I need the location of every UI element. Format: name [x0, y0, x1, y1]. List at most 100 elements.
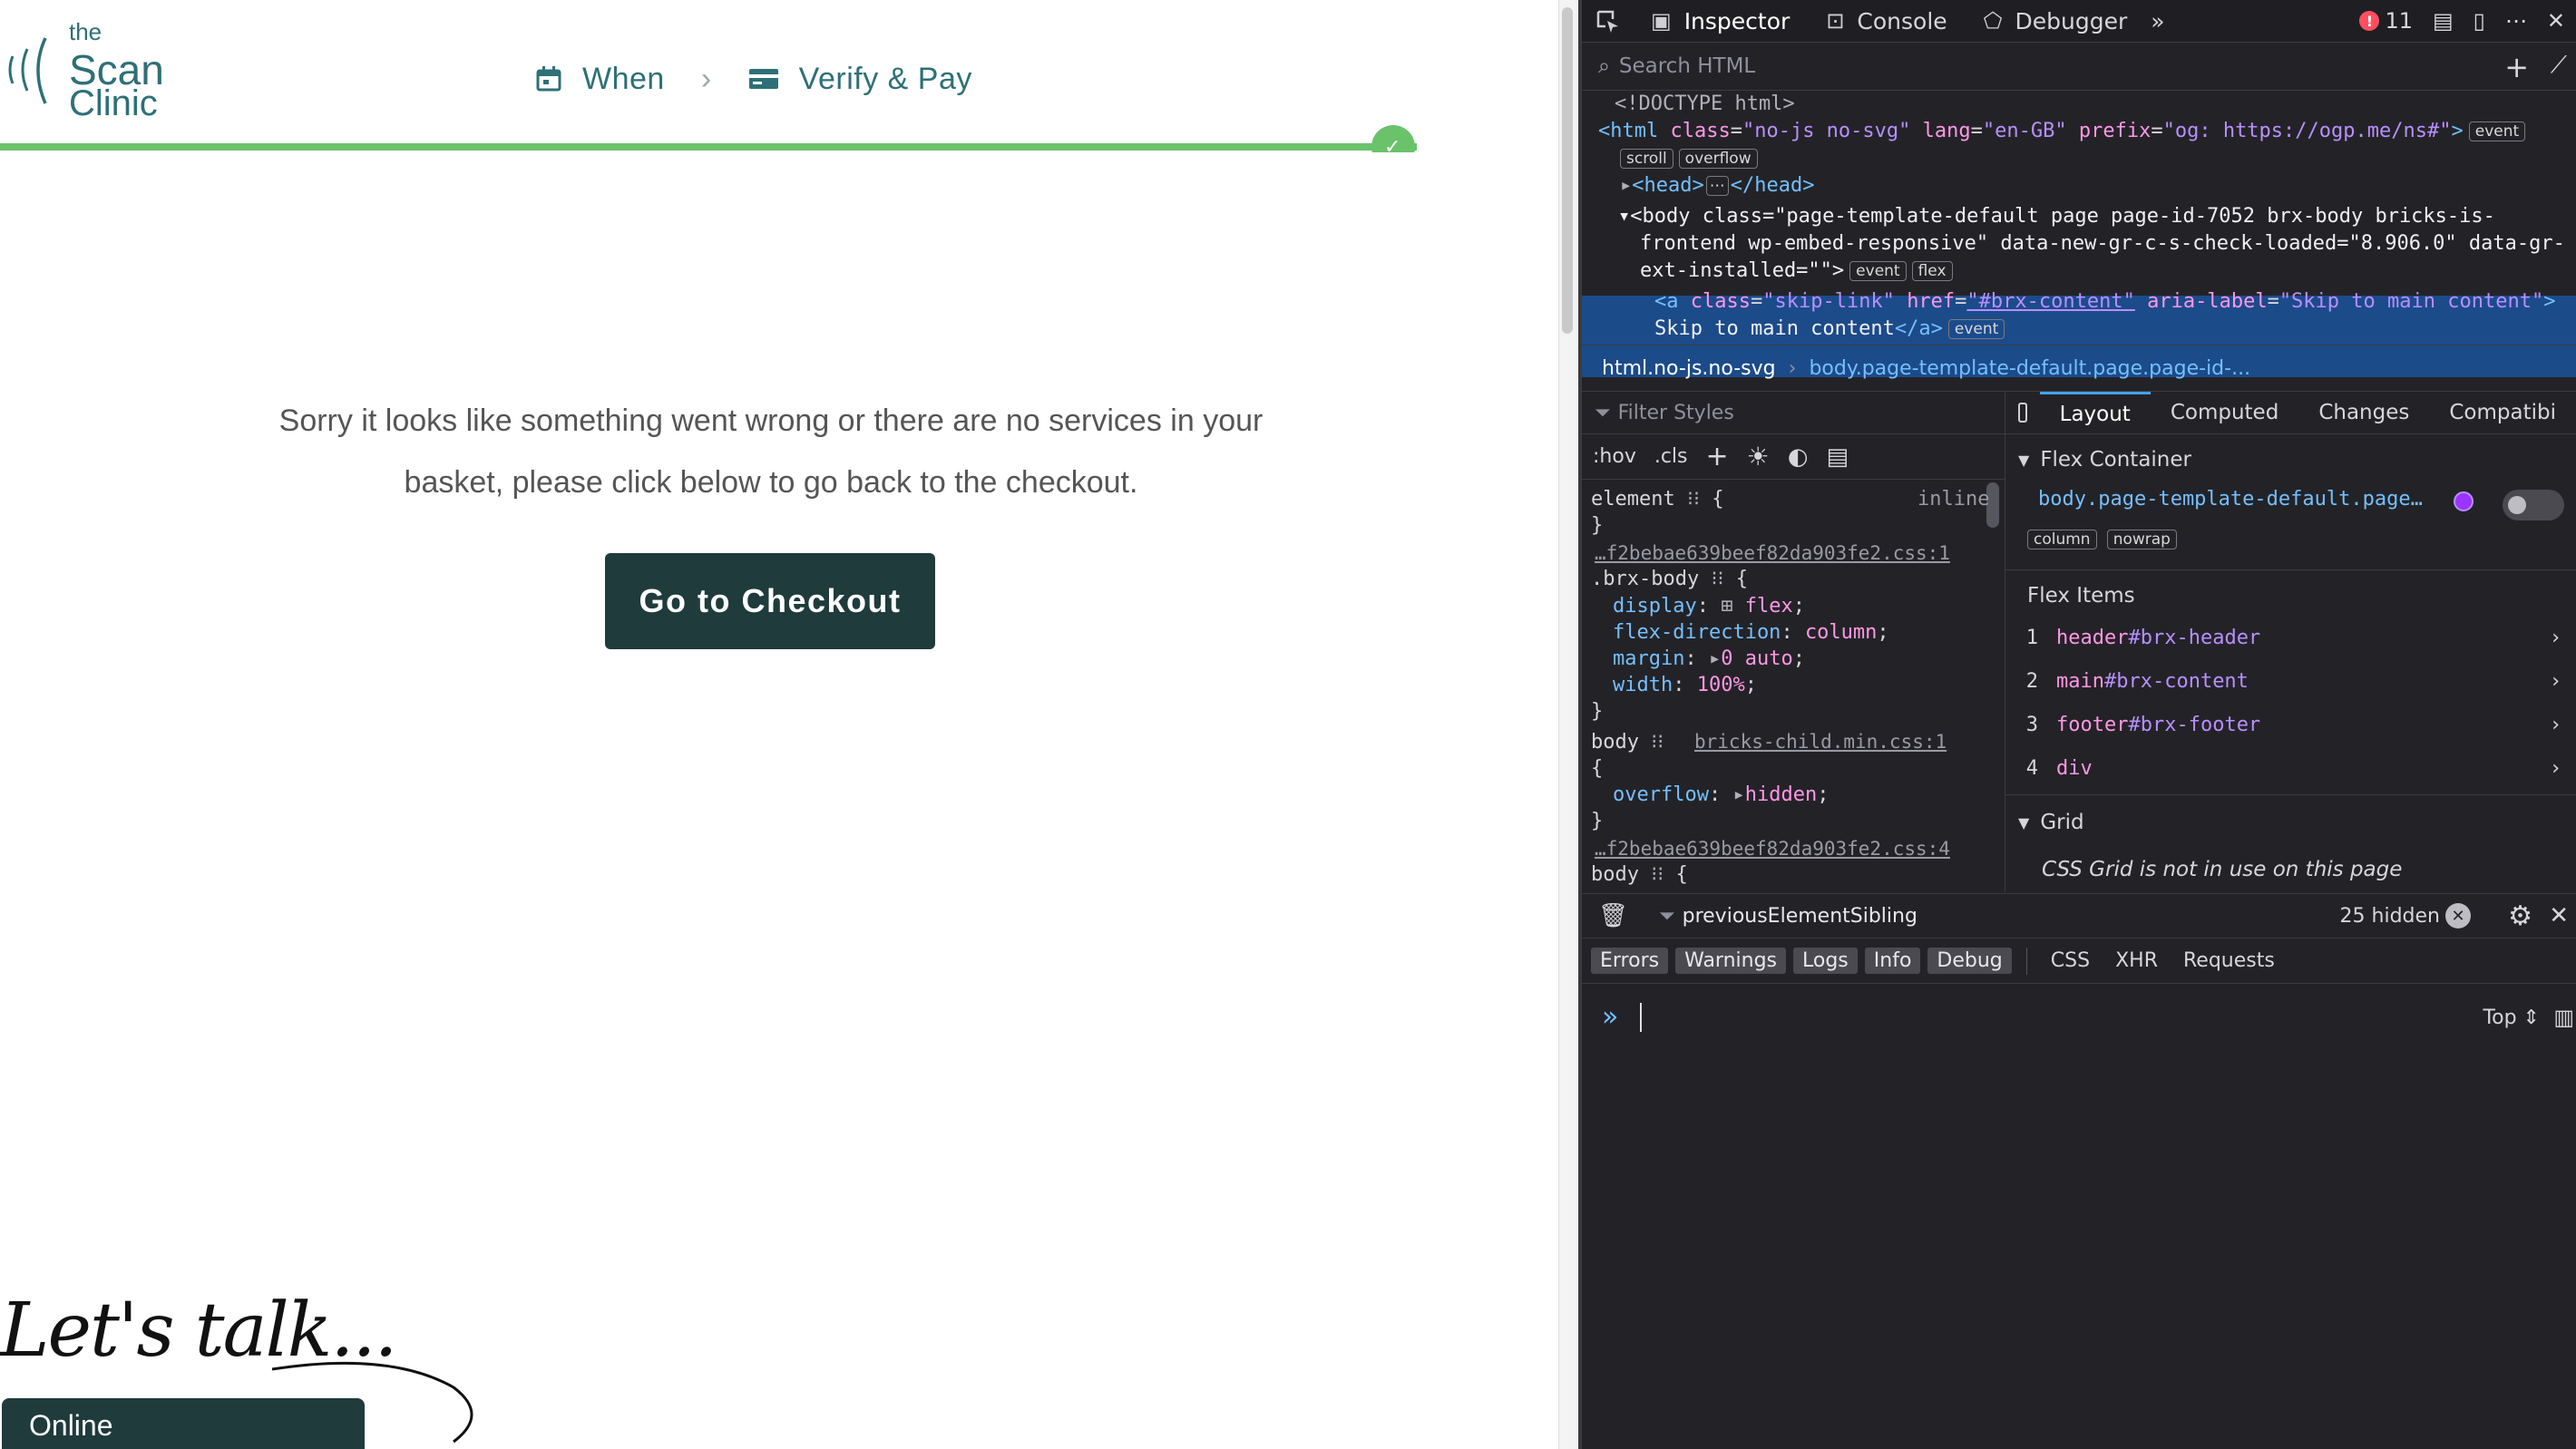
filter-requests[interactable]: Requests — [2174, 948, 2284, 974]
hov-toggle[interactable]: :hov — [1593, 445, 1636, 468]
go-to-checkout-button[interactable]: Go to Checkout — [605, 553, 935, 649]
decl-flex-direction[interactable]: flex-direction: column; — [1613, 619, 1889, 646]
html-attr-lang: lang — [1922, 120, 1971, 142]
gear-icon[interactable]: ⚙ — [2508, 900, 2532, 932]
tab-layout[interactable]: Layout — [2039, 392, 2151, 433]
grid-header[interactable]: ▼ Grid — [2005, 802, 2576, 843]
close-devtools-icon[interactable]: ✕ — [2547, 8, 2565, 34]
responsive-design-icon[interactable]: ▯ — [2474, 8, 2485, 34]
tree-body-node[interactable]: ▾<body class="page-template-default page… — [1618, 203, 2495, 229]
html-search-bar[interactable]: ⌕ Search HTML + ⟋ — [1582, 43, 2576, 91]
rule-source-link-2[interactable]: bricks-child.min.css:1 — [1694, 729, 1947, 755]
flex-item-footer[interactable]: 3 footer #brx-footer › — [2005, 704, 2576, 745]
trash-icon[interactable]: 🗑 — [1598, 902, 1628, 929]
filter-warnings[interactable]: Warnings — [1675, 948, 1787, 974]
a-attr-href: href — [1907, 290, 1956, 313]
filter-styles-input[interactable]: Filter Styles — [1618, 402, 1734, 424]
console-input[interactable] — [1640, 1003, 1642, 1032]
inspector-icon: ▣ — [1651, 8, 1672, 34]
add-rule-icon[interactable]: + — [1706, 441, 1729, 472]
checkmark-icon: ✓ — [1384, 136, 1401, 159]
scan-clinic-logo[interactable]: the Scan Clinic — [0, 13, 181, 123]
tree-head-node[interactable]: ▸<head> ⋯ </head> — [1620, 172, 1814, 199]
breadcrumb-body[interactable]: body.page-template-default.page.page-id-… — [1809, 357, 2250, 380]
filter-logs[interactable]: Logs — [1793, 948, 1858, 974]
editor-mode-icon[interactable]: ▥ — [2553, 1005, 2574, 1030]
filter-xhr[interactable]: XHR — [2106, 948, 2167, 974]
cls-toggle[interactable]: .cls — [1654, 445, 1688, 468]
a-event-badge[interactable]: event — [1947, 319, 2005, 339]
tab-console[interactable]: ⊡ Console — [1808, 0, 1965, 42]
breadcrumb-separator-icon: › — [1788, 356, 1797, 380]
body-flex-badge[interactable]: flex — [1911, 261, 1953, 281]
print-media-icon[interactable]: ▤ — [1826, 443, 1849, 471]
overflow-badge[interactable]: overflow — [1678, 149, 1758, 169]
tab-changes[interactable]: Changes — [2298, 392, 2429, 433]
a-val-aria: "Skip to main content" — [2278, 290, 2544, 313]
tree-html-badges: scroll overflow — [1620, 145, 1758, 171]
decl-width[interactable]: width: 100%; — [1613, 672, 1757, 698]
error-count-badge[interactable]: ! 11 — [2359, 8, 2413, 34]
tree-a-node[interactable]: <a class="skip-link" href="#brx-content"… — [1654, 288, 2555, 315]
a-tag: <a — [1654, 290, 1679, 313]
body-event-badge[interactable]: event — [1849, 261, 1907, 281]
decl-overflow[interactable]: overflow: ▸hidden; — [1613, 782, 1829, 808]
more-tabs-button[interactable]: » — [2145, 0, 2170, 42]
split-console-icon[interactable]: ▤ — [2433, 8, 2454, 34]
rule-source-link-1[interactable]: …f2bebae639beef82da903fe2.css:1 — [1595, 540, 1950, 567]
body-line1: <body class="page-template-default page … — [1630, 205, 2495, 228]
filter-styles-bar[interactable]: ⏷ Filter Styles — [1582, 392, 2005, 434]
sidebar-toggle-icon[interactable] — [2018, 403, 2027, 423]
online-chat-button[interactable]: Online — [2, 1398, 365, 1449]
logo-the: the — [69, 18, 102, 45]
page-scrollbar-thumb[interactable] — [1562, 7, 1573, 334]
filter-debug[interactable]: Debug — [1927, 948, 2012, 974]
flex-item-main[interactable]: 2 main #brx-content › — [2005, 660, 2576, 702]
eyedropper-icon[interactable]: ⟋ — [2551, 52, 2567, 80]
element-picker-button[interactable] — [1582, 0, 1633, 42]
flex-overlay-toggle[interactable] — [2503, 490, 2564, 520]
dark-mode-icon[interactable]: ◐ — [1788, 443, 1809, 471]
filter-errors[interactable]: Errors — [1591, 948, 1669, 974]
markup-tree: <!DOCTYPE html> <html class="no-js no-sv… — [1582, 91, 2576, 377]
context-selector[interactable]: Top ⇕ — [2483, 1007, 2540, 1029]
filter-info[interactable]: Info — [1864, 948, 1921, 974]
light-mode-icon[interactable]: ☀ — [1747, 442, 1770, 472]
filter-css[interactable]: CSS — [2042, 948, 2099, 974]
html-search-input[interactable]: Search HTML — [1619, 54, 1755, 78]
scroll-badge[interactable]: scroll — [1620, 149, 1673, 169]
tree-html-node[interactable]: <html class="no-js no-svg" lang="en-GB" … — [1598, 118, 2526, 144]
decl-margin[interactable]: margin: ▸0 auto; — [1613, 646, 1805, 672]
flex-color-swatch[interactable] — [2454, 491, 2474, 511]
close-console-icon[interactable]: ✕ — [2549, 902, 2569, 929]
tab-computed[interactable]: Computed — [2151, 392, 2298, 433]
filter-icon: ⏷ — [1595, 401, 1611, 424]
console-filter-input[interactable]: previousElementSibling — [1683, 905, 1917, 928]
html-tag-close: > — [2451, 120, 2464, 142]
step-when[interactable]: When — [535, 62, 665, 97]
console-icon: ⊡ — [1826, 8, 1845, 34]
breadcrumb-html[interactable]: html.no-js.no-svg — [1602, 357, 1776, 380]
error-message-line2: basket, please click below to go back to… — [404, 465, 1138, 500]
search-icon: ⌕ — [1598, 54, 1610, 78]
expand-triangle-icon[interactable]: ▸ — [1620, 174, 1632, 197]
flex-item-div[interactable]: 4 div › — [2005, 747, 2576, 789]
ellipsis-icon[interactable]: ⋯ — [1705, 176, 1729, 196]
a-val-href[interactable]: "#brx-content" — [1966, 290, 2134, 313]
chevron-right-icon: › — [2552, 756, 2560, 780]
flex-container-selector[interactable]: body.page-template-default.page… — [2038, 488, 2423, 511]
more-options-icon[interactable]: ⋯ — [2505, 8, 2527, 34]
add-node-icon[interactable]: + — [2504, 50, 2529, 84]
tab-debugger[interactable]: ⬠ Debugger — [1966, 0, 2146, 42]
rule-source-link-3[interactable]: …f2bebae639beef82da903fe2.css:4 — [1595, 836, 1950, 862]
decl-display[interactable]: display: ⊞ flex; — [1613, 593, 1805, 619]
collapse-triangle-icon[interactable]: ▾ — [1618, 205, 1630, 228]
tree-doctype[interactable]: <!DOCTYPE html> — [1615, 91, 1795, 117]
tab-compatibility[interactable]: Compatibi — [2429, 392, 2576, 433]
flex-container-header[interactable]: ▼ Flex Container — [2005, 439, 2576, 481]
event-badge[interactable]: event — [2468, 122, 2526, 141]
flex-item-header[interactable]: 1 header #brx-header › — [2005, 617, 2576, 658]
tab-inspector[interactable]: ▣ Inspector — [1633, 0, 1808, 42]
step-verify-pay[interactable]: Verify & Pay — [748, 62, 972, 97]
clear-filter-icon[interactable]: ✕ — [2445, 903, 2471, 929]
